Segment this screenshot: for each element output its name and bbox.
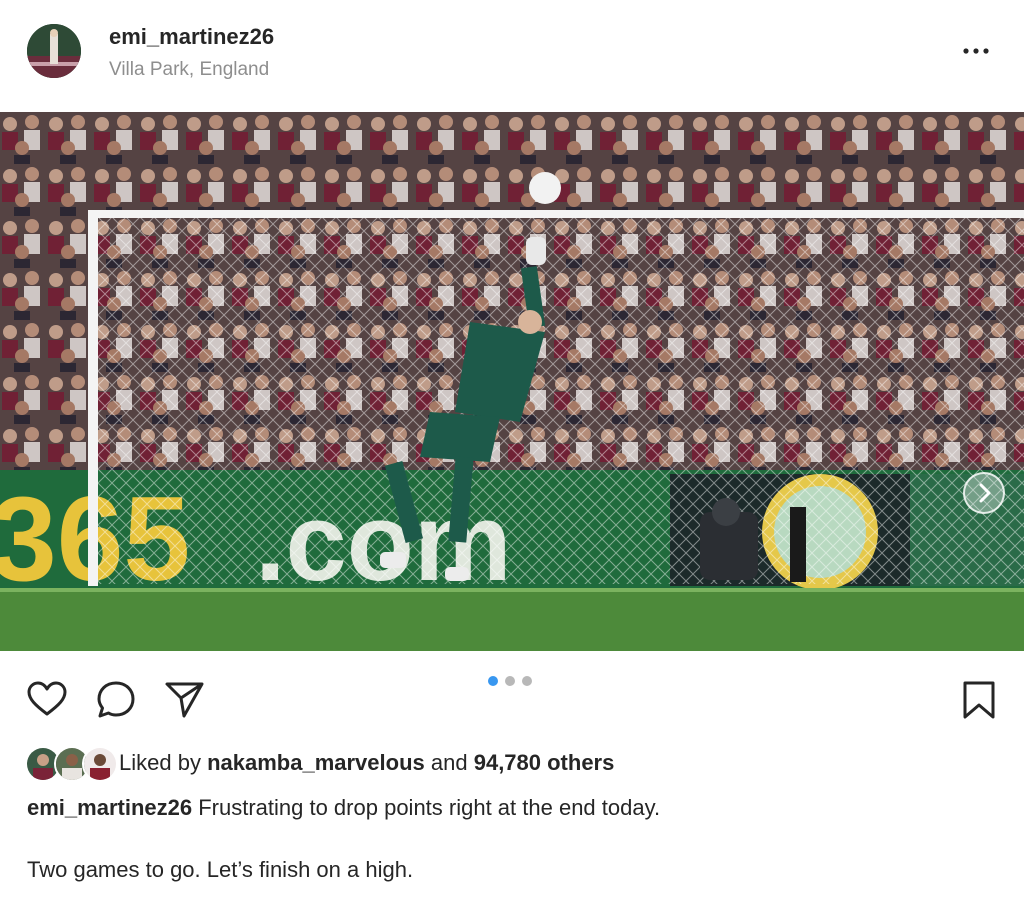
comment-icon[interactable] <box>94 678 138 722</box>
liker-avatar[interactable] <box>82 746 118 782</box>
likes-summary: Liked by nakamba_marvelous and 94,780 ot… <box>119 750 614 776</box>
likes-prefix: Liked by <box>119 750 201 775</box>
carousel-next-button[interactable] <box>963 472 1005 514</box>
bookmark-icon[interactable] <box>957 678 1001 722</box>
post-username[interactable]: emi_martinez26 <box>109 24 274 50</box>
profile-avatar[interactable] <box>27 24 81 78</box>
send-icon[interactable] <box>162 678 206 722</box>
likes-connector: and <box>430 750 468 775</box>
post-caption: emi_martinez26 Frustrating to drop point… <box>27 795 660 821</box>
more-options-icon[interactable] <box>960 37 992 65</box>
likes-count[interactable]: 94,780 others <box>474 750 615 775</box>
caption-second-line: Two games to go. Let’s finish on a high. <box>27 857 414 882</box>
caption-author[interactable]: emi_martinez26 <box>27 795 192 820</box>
caption-text: Frustrating to drop points right at the … <box>198 795 661 820</box>
post-location[interactable]: Villa Park, England <box>109 59 269 81</box>
post-photo: 365 .com <box>0 112 1024 651</box>
action-bar <box>0 660 1024 730</box>
likes-row: Liked by nakamba_marvelous and 94,780 ot… <box>0 742 1024 786</box>
post-header: emi_martinez26 Villa Park, England <box>0 0 1024 112</box>
liker-username[interactable]: nakamba_marvelous <box>207 750 425 775</box>
heart-icon[interactable] <box>25 678 69 722</box>
